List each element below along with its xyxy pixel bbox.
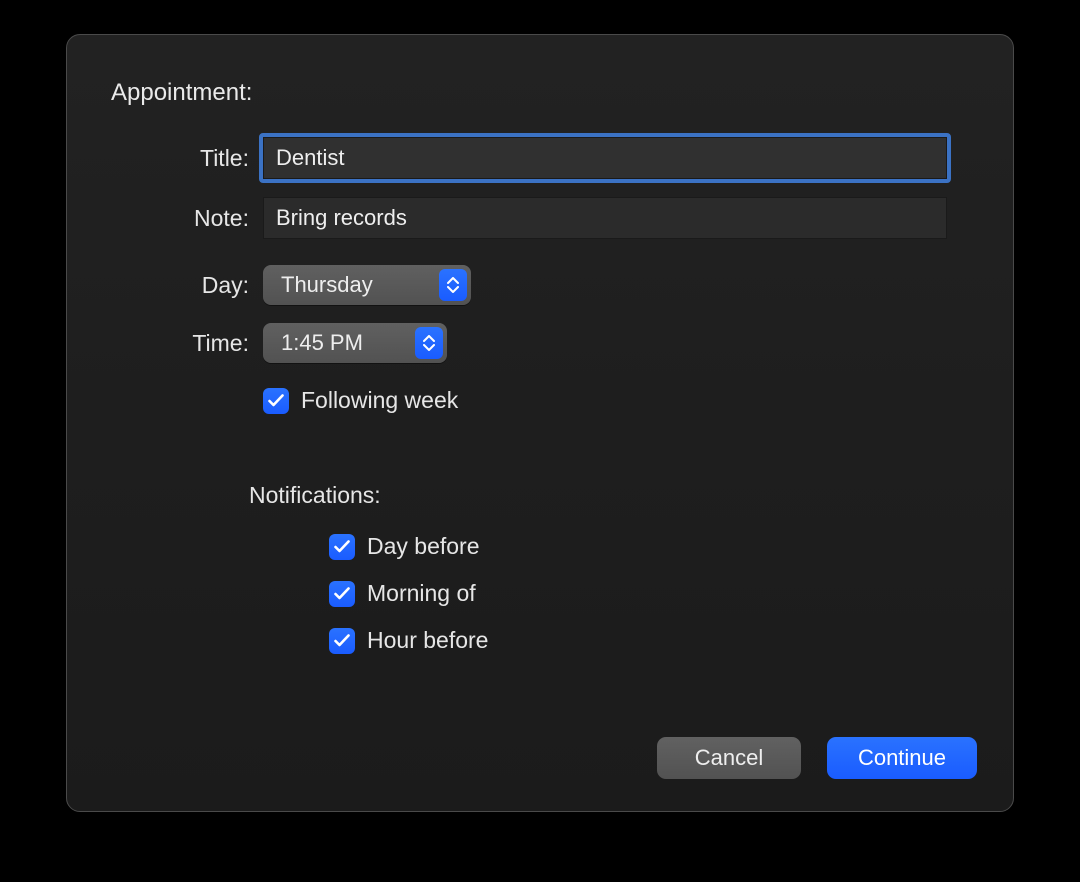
notifications-list: Day before Morning of Hour before — [329, 533, 977, 654]
notif-row-morning-of: Morning of — [329, 580, 977, 607]
following-week-checkbox[interactable] — [263, 388, 289, 414]
title-input[interactable] — [263, 137, 947, 179]
notifications-block: Notifications: Day before Morning of — [143, 482, 977, 654]
time-label: Time: — [143, 330, 263, 357]
button-bar: Cancel Continue — [657, 737, 977, 779]
time-select[interactable]: 1:45 PM — [263, 323, 447, 363]
check-icon — [334, 634, 350, 647]
up-down-icon — [439, 269, 467, 301]
time-value: 1:45 PM — [263, 330, 379, 356]
day-label: Day: — [143, 272, 263, 299]
row-title: Title: — [143, 137, 977, 179]
notif-row-day-before: Day before — [329, 533, 977, 560]
check-icon — [334, 540, 350, 553]
check-icon — [268, 394, 284, 407]
day-value: Thursday — [263, 272, 389, 298]
row-time: Time: 1:45 PM — [143, 323, 977, 363]
notifications-heading: Notifications: — [249, 482, 977, 509]
appointment-dialog: Appointment: Title: Note: Day: Thursday — [66, 34, 1014, 812]
up-down-icon — [415, 327, 443, 359]
cancel-button[interactable]: Cancel — [657, 737, 801, 779]
row-day: Day: Thursday — [143, 265, 977, 305]
following-week-checkbox-row: Following week — [263, 387, 458, 414]
notif-label: Day before — [367, 533, 480, 560]
continue-button[interactable]: Continue — [827, 737, 977, 779]
notif-label: Hour before — [367, 627, 488, 654]
notif-checkbox-hour-before[interactable] — [329, 628, 355, 654]
note-label: Note: — [143, 205, 263, 232]
notif-label: Morning of — [367, 580, 476, 607]
notif-row-hour-before: Hour before — [329, 627, 977, 654]
day-select[interactable]: Thursday — [263, 265, 471, 305]
title-label: Title: — [143, 145, 263, 172]
title-focus-ring — [263, 137, 947, 179]
check-icon — [334, 587, 350, 600]
row-note: Note: — [143, 197, 977, 239]
notif-checkbox-morning-of[interactable] — [329, 581, 355, 607]
notif-checkbox-day-before[interactable] — [329, 534, 355, 560]
row-following-week: Following week — [263, 387, 977, 426]
appointment-heading: Appointment: — [111, 79, 977, 107]
form-area: Title: Note: Day: Thursday Time: — [143, 137, 977, 654]
following-week-label: Following week — [301, 387, 458, 414]
note-input[interactable] — [263, 197, 947, 239]
